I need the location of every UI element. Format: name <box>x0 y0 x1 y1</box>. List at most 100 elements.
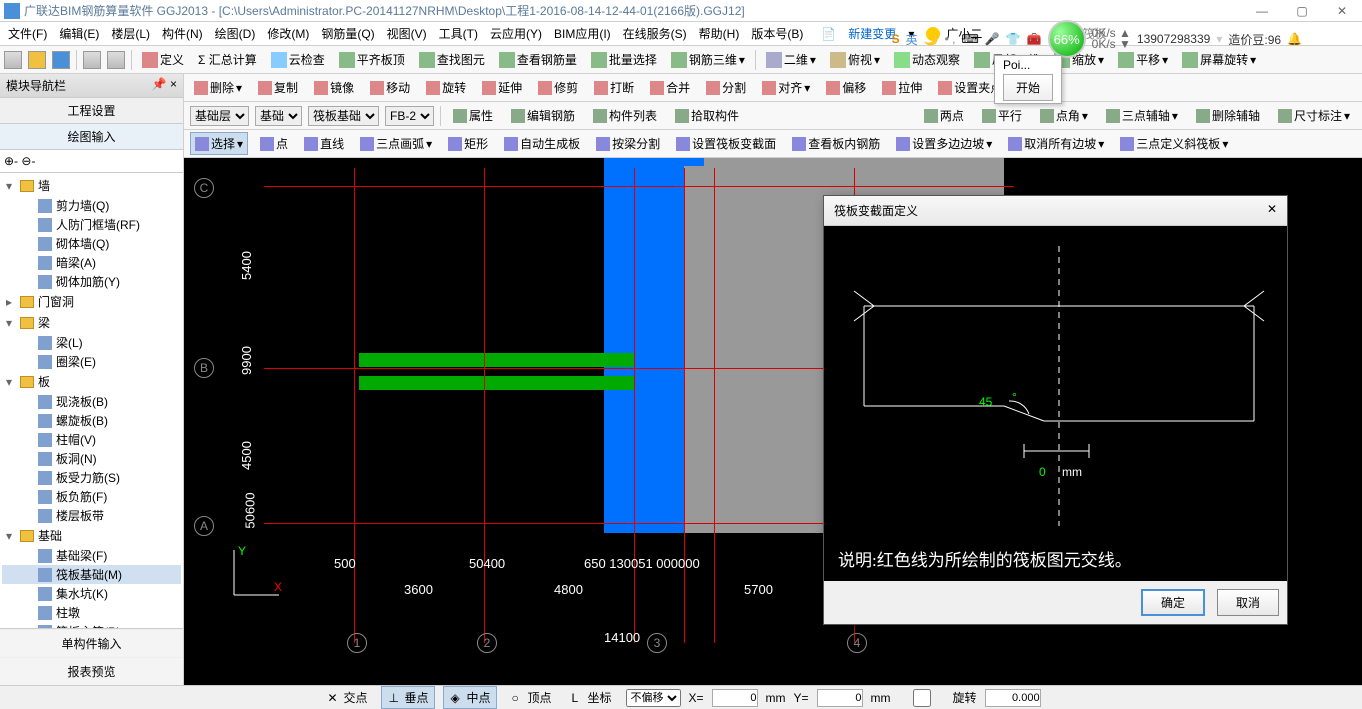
rotate-input[interactable] <box>985 689 1041 707</box>
cancel-button[interactable]: 取消 <box>1217 589 1279 616</box>
break-button[interactable]: 打断 <box>590 77 638 98</box>
snap-mid[interactable]: ◈中点 <box>443 686 497 709</box>
tree-spiral-slab[interactable]: 螺旋板(B) <box>2 411 181 430</box>
member-list-button[interactable]: 构件列表 <box>587 105 663 126</box>
rebar-qty-button[interactable]: 查看钢筋量 <box>495 49 581 70</box>
point-button[interactable]: 点 <box>256 133 292 154</box>
three-point-aux-button[interactable]: 三点辅轴▾ <box>1100 105 1184 126</box>
tree-masonry-rebar[interactable]: 砌体加筋(Y) <box>2 272 181 291</box>
edit-rebar-button[interactable]: 编辑钢筋 <box>505 105 581 126</box>
tree-wall[interactable]: 墙 <box>2 175 181 196</box>
snap-intersect[interactable]: ✕交点 <box>321 687 373 708</box>
undo-icon[interactable] <box>83 51 101 69</box>
top-view-button[interactable]: 俯视▾ <box>826 49 884 70</box>
split-button[interactable]: 分割 <box>702 77 750 98</box>
batch-select-button[interactable]: 批量选择 <box>587 49 661 70</box>
snap-vertex[interactable]: ○顶点 <box>505 687 557 708</box>
split-by-beam-button[interactable]: 按梁分割 <box>592 133 664 154</box>
minimize-button[interactable]: — <box>1242 4 1282 18</box>
report-button[interactable]: 报表预览 <box>0 657 183 685</box>
tree-shearwall[interactable]: 剪力墙(Q) <box>2 196 181 215</box>
set-slope-button[interactable]: 设置多边边坡▾ <box>892 133 996 154</box>
flat-button[interactable]: 平齐板顶 <box>335 49 409 70</box>
offset-button[interactable]: 偏移 <box>822 77 870 98</box>
cancel-slope-button[interactable]: 取消所有边坡▾ <box>1004 133 1108 154</box>
rotate-check[interactable] <box>899 689 945 707</box>
point-angle-button[interactable]: 点角▾ <box>1034 105 1094 126</box>
menu-help[interactable]: 帮助(H) <box>695 23 744 44</box>
line-button[interactable]: 直线 <box>300 133 348 154</box>
menu-floor[interactable]: 楼层(L) <box>107 23 154 44</box>
merge-button[interactable]: 合并 <box>646 77 694 98</box>
start-button[interactable]: 开始 <box>1003 74 1053 101</box>
menu-bim[interactable]: BIM应用(I) <box>550 23 615 44</box>
save-icon[interactable] <box>52 51 70 69</box>
tree-hidden-beam[interactable]: 暗梁(A) <box>2 253 181 272</box>
new-icon[interactable] <box>4 51 22 69</box>
category-select[interactable]: 基础 <box>255 106 302 126</box>
pin-icon[interactable]: 📌 × <box>152 77 177 94</box>
menu-cloud[interactable]: 云应用(Y) <box>486 23 546 44</box>
view-slab-rebar-button[interactable]: 查看板内钢筋 <box>788 133 884 154</box>
menu-rebar[interactable]: 钢筋量(Q) <box>317 23 378 44</box>
tree-found[interactable]: 基础 <box>2 525 181 546</box>
single-input-button[interactable]: 单构件输入 <box>0 629 183 657</box>
2d-button[interactable]: 二维▾ <box>762 49 820 70</box>
type-select[interactable]: 筏板基础 <box>308 106 379 126</box>
snap-coord[interactable]: L坐标 <box>566 687 618 708</box>
snap-perp[interactable]: ⊥垂点 <box>381 686 435 709</box>
menu-member[interactable]: 构件(N) <box>158 23 207 44</box>
sum-button[interactable]: Σ 汇总计算 <box>194 49 261 70</box>
tree-slab[interactable]: 板 <box>2 371 181 392</box>
mirror-button[interactable]: 镜像 <box>310 77 358 98</box>
tree-door[interactable]: 门窗洞 <box>2 291 181 312</box>
stretch-button[interactable]: 拉伸 <box>878 77 926 98</box>
dialog-close-icon[interactable]: ✕ <box>1267 202 1277 219</box>
menu-tool[interactable]: 工具(T) <box>435 23 482 44</box>
menu-modify[interactable]: 修改(M) <box>263 23 313 44</box>
arc-button[interactable]: 三点画弧▾ <box>356 133 436 154</box>
cloud-check-button[interactable]: 云检查 <box>267 49 329 70</box>
extend-button[interactable]: 延伸 <box>478 77 526 98</box>
member-select[interactable]: FB-2 <box>385 106 434 126</box>
align-button[interactable]: 对齐▾ <box>758 77 814 98</box>
delete-aux-button[interactable]: 删除辅轴 <box>1190 105 1266 126</box>
collapse-icon[interactable]: ⊕- ⊖- <box>4 154 35 168</box>
tree-floor-strip[interactable]: 楼层板带 <box>2 506 181 525</box>
parallel-button[interactable]: 平行 <box>976 105 1028 126</box>
tree-ring-beam[interactable]: 圈梁(E) <box>2 352 181 371</box>
rect-button[interactable]: 矩形 <box>444 133 492 154</box>
close-button[interactable]: ✕ <box>1322 4 1362 18</box>
property-button[interactable]: 属性 <box>447 105 499 126</box>
menu-draw[interactable]: 绘图(D) <box>211 23 260 44</box>
three-point-raft-button[interactable]: 三点定义斜筏板▾ <box>1116 133 1232 154</box>
move-button[interactable]: 移动 <box>366 77 414 98</box>
offset-select[interactable]: 不偏移 <box>626 689 681 707</box>
menu-file[interactable]: 文件(F) <box>4 23 51 44</box>
tree-col-cap[interactable]: 柱帽(V) <box>2 430 181 449</box>
bell-icon[interactable]: 🔔 <box>1287 32 1302 46</box>
draw-input-tab[interactable]: 绘图输入 <box>0 124 183 150</box>
menu-version[interactable]: 版本号(B) <box>747 23 807 44</box>
tree-sump[interactable]: 集水坑(K) <box>2 584 181 603</box>
tree-masonry[interactable]: 砌体墙(Q) <box>2 234 181 253</box>
define-button[interactable]: 定义 <box>138 49 188 70</box>
trim-button[interactable]: 修剪 <box>534 77 582 98</box>
rotate-edit-button[interactable]: 旋转 <box>422 77 470 98</box>
tree-beam[interactable]: 梁 <box>2 312 181 333</box>
menu-edit[interactable]: 编辑(E) <box>55 23 103 44</box>
proj-setting-tab[interactable]: 工程设置 <box>0 98 183 124</box>
tree-cast-slab[interactable]: 现浇板(B) <box>2 392 181 411</box>
tree-beam-l[interactable]: 梁(L) <box>2 333 181 352</box>
redo-icon[interactable] <box>107 51 125 69</box>
ok-button[interactable]: 确定 <box>1141 589 1205 616</box>
menu-view[interactable]: 视图(V) <box>383 23 431 44</box>
x-input[interactable] <box>712 689 758 707</box>
tree-pier[interactable]: 柱墩 <box>2 603 181 622</box>
find-button[interactable]: 查找图元 <box>415 49 489 70</box>
tree-found-beam[interactable]: 基础梁(F) <box>2 546 181 565</box>
rebar-3d-button[interactable]: 钢筋三维▾ <box>667 49 749 70</box>
auto-slab-button[interactable]: 自动生成板 <box>500 133 584 154</box>
tree-rfwall[interactable]: 人防门框墙(RF) <box>2 215 181 234</box>
select-button[interactable]: 选择▾ <box>190 132 248 155</box>
